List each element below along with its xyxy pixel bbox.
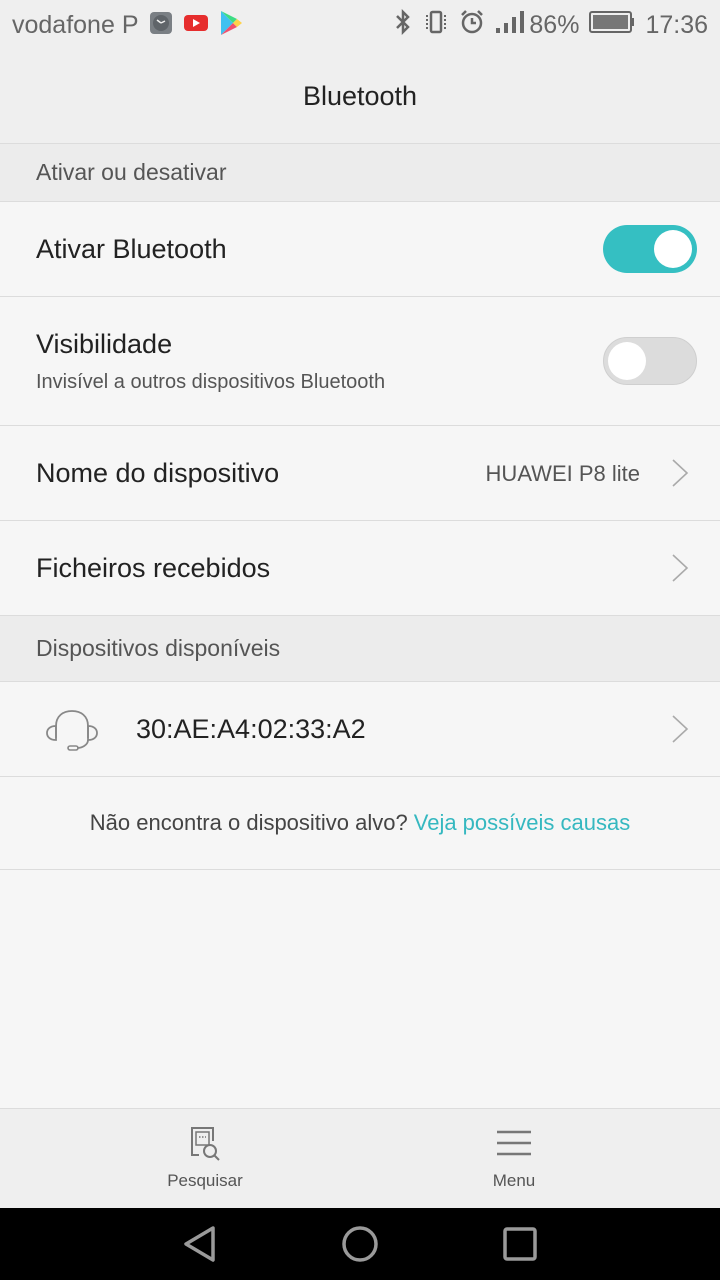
- device-name-value: HUAWEI P8 lite: [485, 461, 640, 486]
- section-header-toggle: Ativar ou desativar: [0, 144, 720, 202]
- bluetooth-toggle-row[interactable]: Ativar Bluetooth: [0, 202, 720, 297]
- search-button[interactable]: Pesquisar: [125, 1109, 285, 1209]
- clock-time: 17:36: [645, 10, 708, 39]
- back-icon[interactable]: [180, 1224, 220, 1264]
- headset-icon: [46, 710, 98, 751]
- system-navigation-bar: [0, 1208, 720, 1280]
- battery-icon: [589, 10, 635, 40]
- device-list-item[interactable]: 30:AE:A4:02:33:A2: [0, 682, 720, 777]
- clock-app-icon: [149, 11, 173, 40]
- home-icon[interactable]: [340, 1224, 380, 1264]
- device-name-row[interactable]: Nome do dispositivo HUAWEI P8 lite: [0, 426, 720, 521]
- possible-causes-link[interactable]: Veja possíveis causas: [414, 810, 630, 836]
- chevron-right-icon: [672, 554, 689, 582]
- status-bar: vodafone P 86% 17:36: [0, 0, 720, 50]
- youtube-icon: [183, 13, 209, 38]
- bottom-action-bar: Pesquisar Menu: [0, 1108, 720, 1209]
- signal-icon: [495, 10, 525, 41]
- chevron-right-icon: [672, 459, 689, 487]
- visibility-subtitle: Invisível a outros dispositivos Bluetoot…: [36, 371, 386, 393]
- switch-knob: [654, 230, 692, 268]
- visibility-row[interactable]: Visibilidade Invisível a outros disposit…: [0, 297, 720, 426]
- menu-button[interactable]: Menu: [434, 1109, 594, 1209]
- device-address: 30:AE:A4:02:33:A2: [136, 714, 366, 744]
- bluetooth-switch[interactable]: [603, 225, 697, 273]
- battery-percent: 86%: [529, 10, 580, 39]
- chevron-right-icon: [672, 715, 689, 743]
- play-store-icon: [219, 10, 243, 41]
- device-name-label: Nome do dispositivo: [36, 458, 280, 488]
- menu-label: Menu: [492, 1171, 536, 1190]
- search-devices-icon: [191, 1127, 220, 1161]
- section-header-devices: Dispositivos disponíveis: [0, 616, 720, 682]
- vibrate-icon: [423, 9, 449, 42]
- visibility-switch[interactable]: [603, 337, 697, 385]
- switch-knob: [608, 342, 646, 380]
- bluetooth-toggle-label: Ativar Bluetooth: [36, 234, 227, 264]
- section-header-label: Dispositivos disponíveis: [36, 635, 281, 661]
- received-files-row[interactable]: Ficheiros recebidos: [0, 521, 720, 616]
- page-title: Bluetooth: [302, 81, 418, 111]
- hint-text: Não encontra o dispositivo alvo?: [89, 810, 408, 835]
- app-bar: Bluetooth: [0, 50, 720, 144]
- help-hint: Não encontra o dispositivo alvo? Veja po…: [0, 777, 720, 870]
- alarm-icon: [459, 9, 485, 42]
- recents-icon[interactable]: [500, 1224, 540, 1264]
- bluetooth-icon: [393, 8, 413, 42]
- section-header-label: Ativar ou desativar: [36, 159, 227, 185]
- search-label: Pesquisar: [167, 1171, 243, 1190]
- visibility-label: Visibilidade: [36, 329, 173, 359]
- carrier-name: vodafone P: [12, 10, 139, 39]
- received-files-label: Ficheiros recebidos: [36, 553, 271, 583]
- menu-icon: [497, 1130, 531, 1156]
